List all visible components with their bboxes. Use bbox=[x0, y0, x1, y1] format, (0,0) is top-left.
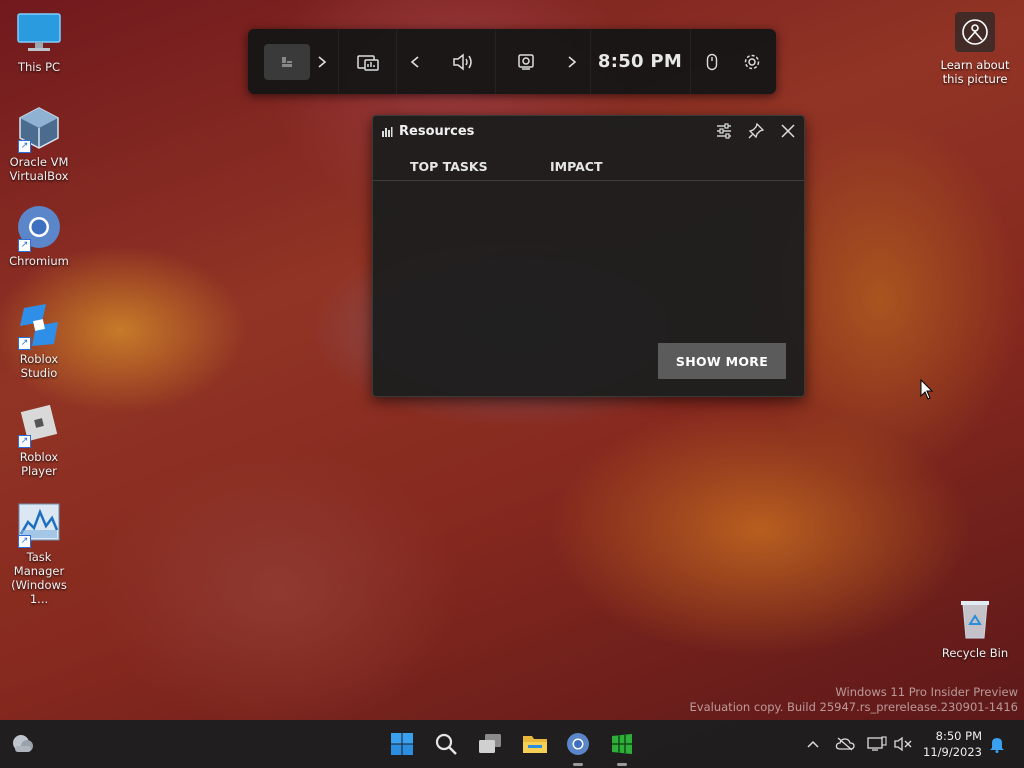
close-icon bbox=[781, 124, 795, 138]
widget-options-button[interactable] bbox=[715, 122, 733, 140]
audio-button[interactable] bbox=[443, 29, 483, 94]
desktop-icon-label: Task Manager (Windows 1... bbox=[11, 550, 67, 606]
game-app-icon bbox=[612, 734, 632, 754]
widgets-weather-button[interactable] bbox=[2, 720, 42, 768]
file-explorer-button[interactable] bbox=[515, 720, 555, 768]
widget-menu-icon bbox=[264, 43, 310, 80]
task-view-icon bbox=[479, 734, 501, 753]
learn-about-label: Learn about this picture bbox=[940, 58, 1010, 86]
roblox-player-icon: ↗ bbox=[16, 400, 62, 448]
desktop-icon-label: Roblox Studio bbox=[19, 352, 59, 380]
capture-icon bbox=[518, 53, 534, 70]
start-button[interactable] bbox=[382, 720, 422, 768]
bell-icon bbox=[990, 738, 1004, 753]
taskbar-clock[interactable]: 8:50 PM 11/9/2023 bbox=[923, 728, 982, 760]
performance-button[interactable] bbox=[348, 29, 388, 94]
gamebar-clock: 8:50 PM bbox=[597, 51, 683, 72]
game-app-taskbar-button[interactable] bbox=[602, 720, 642, 768]
camera-location-icon bbox=[955, 12, 995, 52]
shortcut-arrow-icon: ↗ bbox=[18, 140, 31, 153]
chromium-taskbar-button[interactable] bbox=[558, 720, 598, 768]
search-button[interactable] bbox=[426, 720, 466, 768]
widget-column-headers: TOP TASKS IMPACT bbox=[373, 156, 804, 181]
show-more-button[interactable]: SHOW MORE bbox=[658, 343, 786, 379]
pin-icon bbox=[748, 122, 765, 139]
desktop-icon-task-manager[interactable]: ↗ Task Manager (Windows 1... bbox=[1, 500, 77, 606]
mouse-icon bbox=[706, 53, 718, 70]
volume-muted-icon bbox=[894, 736, 912, 752]
chevron-right-icon bbox=[568, 55, 577, 68]
next-widget-button[interactable] bbox=[560, 29, 584, 94]
start-icon bbox=[391, 733, 413, 755]
desktop-icon-label: Chromium bbox=[9, 254, 69, 268]
weather-cloud-icon bbox=[13, 735, 33, 752]
learn-about-picture[interactable]: Learn about this picture bbox=[937, 12, 1013, 86]
cloud-offline-icon bbox=[835, 737, 855, 751]
widget-title: Resources bbox=[399, 124, 475, 139]
column-impact[interactable]: IMPACT bbox=[550, 159, 602, 174]
notifications-button[interactable] bbox=[984, 720, 1010, 768]
desktop-icon-label: Recycle Bin bbox=[941, 646, 1009, 660]
expand-widgets-button[interactable] bbox=[310, 29, 334, 94]
shortcut-arrow-icon: ↗ bbox=[18, 535, 31, 548]
mouse-lock-button[interactable] bbox=[700, 29, 724, 94]
resources-widget: Resources TOP TASKS IMPACT SHOW MORE bbox=[372, 115, 805, 397]
desktop-icon-label: Oracle VM VirtualBox bbox=[9, 155, 69, 183]
performance-icon bbox=[357, 54, 379, 71]
chromium-icon: ↗ bbox=[16, 204, 62, 252]
chevron-right-icon bbox=[318, 55, 327, 68]
onedrive-tray-button[interactable] bbox=[832, 720, 858, 768]
previous-widget-button[interactable] bbox=[403, 29, 427, 94]
monitor-icon bbox=[16, 10, 62, 56]
task-manager-icon: ↗ bbox=[16, 500, 62, 548]
build-watermark: Windows 11 Pro Insider Preview Evaluatio… bbox=[690, 685, 1018, 715]
roblox-studio-icon: ↗ bbox=[16, 302, 62, 350]
desktop-icon-recycle-bin[interactable]: Recycle Bin bbox=[937, 596, 1013, 660]
game-bar: 8:50 PM bbox=[248, 29, 776, 94]
chevron-left-icon bbox=[410, 55, 419, 68]
recycle-bin-icon bbox=[952, 596, 998, 642]
file-explorer-icon bbox=[523, 736, 547, 753]
taskbar-time: 8:50 PM bbox=[935, 729, 982, 743]
volume-tray-button[interactable] bbox=[890, 720, 916, 768]
taskbar-date: 11/9/2023 bbox=[923, 745, 982, 759]
network-tray-button[interactable] bbox=[864, 720, 890, 768]
capture-button[interactable] bbox=[506, 29, 546, 94]
desktop-icon-label: This PC bbox=[17, 60, 61, 74]
close-widget-button[interactable] bbox=[779, 122, 797, 140]
watermark-line-2: Evaluation copy. Build 25947.rs_prerelea… bbox=[689, 700, 1018, 714]
desktop-icon-roblox-player[interactable]: ↗ Roblox Player bbox=[1, 400, 77, 478]
shortcut-arrow-icon: ↗ bbox=[18, 435, 31, 448]
task-view-button[interactable] bbox=[470, 720, 510, 768]
taskbar: 8:50 PM 11/9/2023 bbox=[0, 720, 1024, 768]
desktop-icon-label: Roblox Player bbox=[19, 450, 59, 478]
resources-chart-icon bbox=[382, 127, 393, 137]
pin-widget-button[interactable] bbox=[747, 122, 765, 140]
shortcut-arrow-icon: ↗ bbox=[18, 337, 31, 350]
desktop-icon-roblox-studio[interactable]: ↗ Roblox Studio bbox=[1, 302, 77, 380]
settings-icon bbox=[744, 54, 760, 69]
widget-menu-button[interactable] bbox=[264, 29, 310, 94]
watermark-line-1: Windows 11 Pro Insider Preview bbox=[835, 685, 1018, 699]
show-hidden-icons-button[interactable] bbox=[800, 720, 826, 768]
mouse-cursor-icon bbox=[920, 379, 934, 400]
desktop-icon-this-pc[interactable]: This PC bbox=[1, 10, 77, 74]
column-top-tasks[interactable]: TOP TASKS bbox=[410, 159, 488, 174]
shortcut-arrow-icon: ↗ bbox=[18, 239, 31, 252]
desktop-icon-chromium[interactable]: ↗ Chromium bbox=[1, 204, 77, 268]
audio-icon bbox=[453, 52, 472, 71]
network-icon bbox=[867, 736, 887, 751]
desktop-icon-virtualbox[interactable]: ↗ Oracle VM VirtualBox bbox=[1, 105, 77, 183]
running-indicator bbox=[573, 763, 583, 766]
widget-header[interactable]: Resources bbox=[373, 116, 804, 146]
running-indicator bbox=[617, 763, 627, 766]
virtualbox-icon: ↗ bbox=[16, 105, 62, 153]
gamebar-settings-button[interactable] bbox=[740, 29, 764, 94]
search-icon bbox=[435, 733, 457, 755]
chevron-up-icon bbox=[807, 740, 819, 748]
chromium-icon bbox=[567, 733, 589, 755]
sliders-icon bbox=[717, 123, 731, 139]
